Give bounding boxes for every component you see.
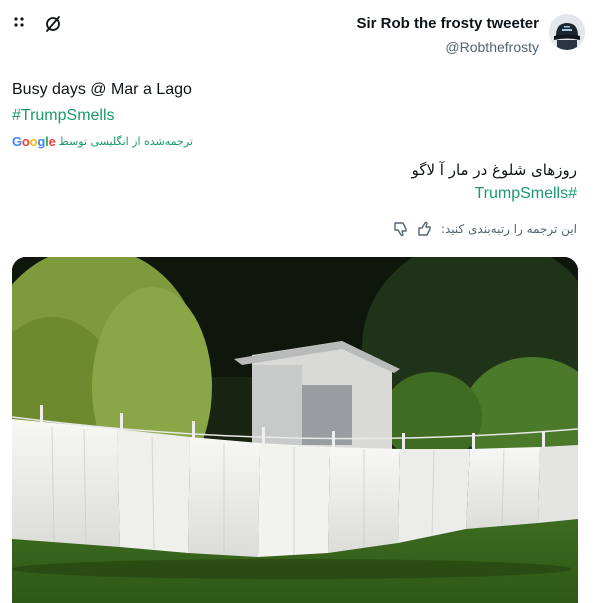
hashtag-link[interactable]: #TrumpSmells bbox=[12, 106, 115, 126]
rate-translation-label: این ترجمه را رتبه‌بندی کنید: bbox=[440, 222, 577, 236]
tweet-media-image[interactable] bbox=[12, 257, 578, 603]
tweet-translated-text: روزهای شلوغ در مار آ لاگو bbox=[411, 161, 577, 179]
slashed-circle-icon[interactable] bbox=[44, 15, 62, 33]
translated-by-label: ترجمه‌شده از انگلیسی توسط bbox=[58, 135, 193, 148]
author-text: Sir Rob the frosty tweeter @Robthefrosty bbox=[356, 14, 539, 57]
clothesline-photo bbox=[12, 257, 578, 603]
avatar[interactable] bbox=[549, 14, 585, 50]
rate-translation: این ترجمه را رتبه‌بندی کنید: bbox=[393, 221, 577, 237]
google-logo[interactable]: Google bbox=[12, 134, 56, 149]
top-toolbar bbox=[12, 15, 62, 33]
translated-by: Google ترجمه‌شده از انگلیسی توسط bbox=[12, 134, 193, 149]
tweet-original-text: Busy days @ Mar a Lago bbox=[12, 81, 192, 98]
more-dots-icon[interactable] bbox=[12, 15, 30, 33]
avatar-cap-icon bbox=[549, 14, 585, 50]
translated-hashtag-link[interactable]: #TrumpSmells bbox=[474, 184, 577, 204]
thumbs-up-icon[interactable] bbox=[417, 221, 433, 237]
tweet-author[interactable]: Sir Rob the frosty tweeter @Robthefrosty bbox=[356, 14, 585, 57]
author-name[interactable]: Sir Rob the frosty tweeter bbox=[356, 14, 539, 34]
author-handle[interactable]: @Robthefrosty bbox=[356, 37, 539, 57]
thumbs-down-icon[interactable] bbox=[393, 221, 409, 237]
